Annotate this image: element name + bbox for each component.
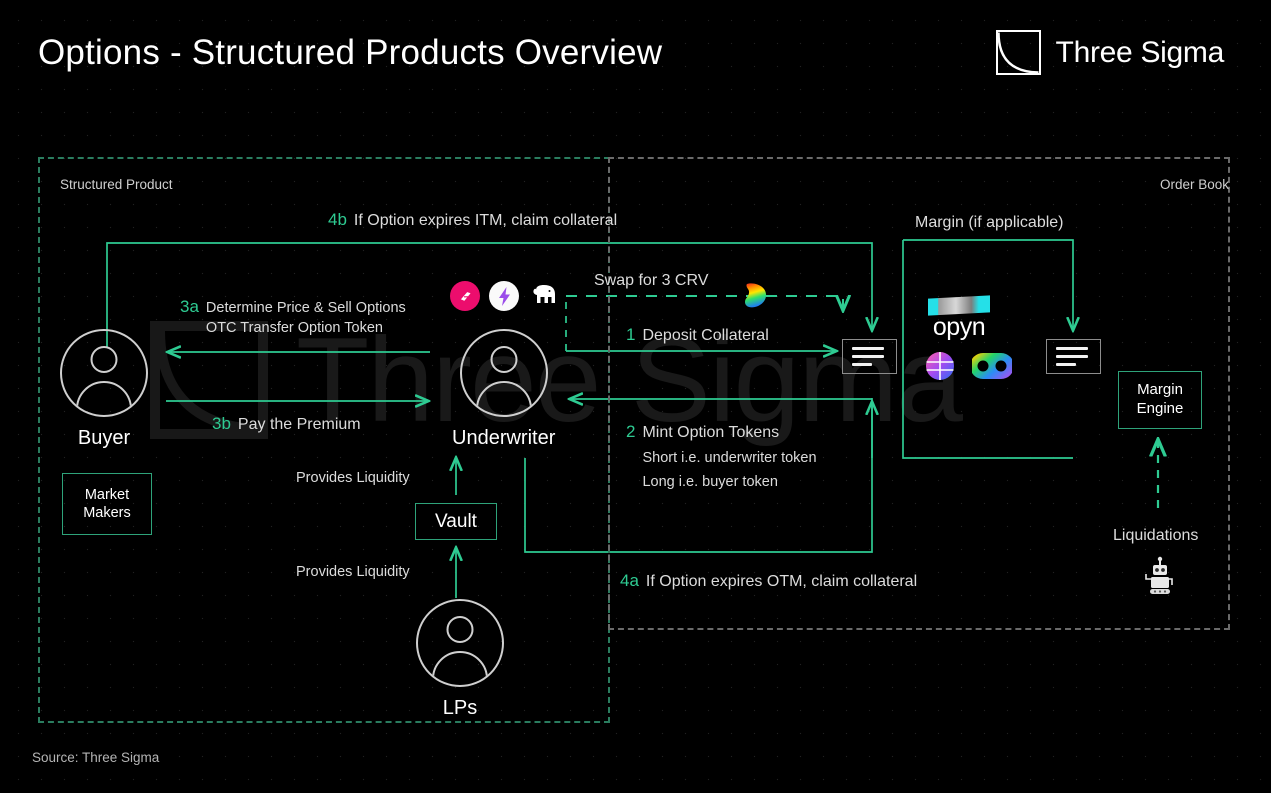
flow-step-1: 1 Deposit Collateral — [626, 325, 769, 347]
step-3b-text: Pay the Premium — [237, 416, 361, 433]
flow-step-4a: 4a If Option expires OTM, claim collater… — [620, 571, 917, 593]
actor-buyer-label: Buyer — [77, 427, 131, 449]
brand-logo: Three Sigma — [995, 30, 1225, 75]
avatar-body — [76, 381, 132, 415]
avatar-head — [90, 346, 118, 373]
step-4a-text: If Option expires OTM, claim collateral — [645, 573, 918, 590]
step-3b-number: 3b — [212, 414, 231, 433]
curve-finance-icon — [738, 281, 770, 311]
avatar-body — [432, 651, 488, 685]
step-2-number: 2 — [626, 422, 636, 441]
actor-underwriter-label: Underwriter — [452, 427, 556, 449]
order-book-list-icon[interactable] — [1046, 339, 1101, 374]
vault-label: Vault — [435, 510, 477, 532]
gradient-sphere-icon — [924, 350, 956, 387]
zone-structured-product-label: Structured Product — [60, 177, 173, 192]
brand-name: Three Sigma — [1055, 35, 1225, 69]
source-caption: Source: Three Sigma — [32, 750, 160, 765]
margin-engine-line1: Margin — [1137, 381, 1183, 399]
step-2-line2: Short i.e. underwriter token — [642, 450, 817, 467]
rainbow-loop-icon — [970, 350, 1014, 387]
box-vault[interactable]: Vault — [415, 503, 497, 540]
flow-step-4b: 4b If Option expires ITM, claim collater… — [328, 210, 617, 232]
margin-engine-line2: Engine — [1136, 400, 1184, 417]
avatar-head — [446, 616, 474, 643]
actor-lps[interactable]: LPs — [416, 599, 504, 720]
flow-step-3a: 3a Determine Price & Sell Options OTC Tr… — [180, 297, 406, 338]
vault-protocol-logos — [450, 281, 560, 311]
thetanuts-lightning-icon — [489, 281, 519, 311]
opyn-logo: opyn — [928, 295, 990, 341]
avatar-body — [475, 381, 532, 415]
flow-margin-label: Margin (if applicable) — [915, 214, 1064, 231]
box-market-makers[interactable]: Market Makers — [62, 473, 152, 535]
flow-provides-liquidity-vault: Provides Liquidity — [296, 470, 410, 486]
flow-step-3b: 3b Pay the Premium — [212, 414, 361, 436]
user-avatar-icon — [459, 329, 548, 417]
step-4a-number: 4a — [620, 571, 639, 590]
order-book-list-icon[interactable] — [842, 339, 897, 374]
liquidations-label: Liquidations — [1113, 527, 1199, 544]
box-margin-engine[interactable]: Margin Engine — [1118, 371, 1202, 429]
robot-icon — [1140, 556, 1178, 596]
three-sigma-square-curve-icon — [995, 30, 1041, 75]
market-makers-line2: Makers — [83, 505, 131, 521]
user-avatar-icon — [60, 329, 148, 417]
page-title: Options - Structured Products Overview — [38, 33, 663, 72]
actor-underwriter[interactable]: Underwriter — [452, 329, 555, 450]
mammoth-icon — [528, 281, 560, 311]
opyn-protocol-logos — [924, 350, 1014, 387]
ribbon-finance-icon — [450, 281, 480, 311]
opyn-banner-icon — [928, 295, 990, 316]
step-3a-line2: OTC Transfer Option Token — [205, 320, 383, 336]
actor-buyer[interactable]: Buyer — [60, 329, 148, 450]
step-4b-number: 4b — [328, 210, 347, 229]
step-3a-number: 3a — [180, 297, 199, 316]
step-4b-text: If Option expires ITM, claim collateral — [353, 212, 618, 229]
user-avatar-icon — [416, 599, 504, 687]
zone-order-book-label: Order Book — [1159, 177, 1229, 192]
step-2-line3: Long i.e. buyer token — [642, 474, 778, 491]
flow-liquidations: Liquidations — [1113, 525, 1198, 547]
step-1-text: Deposit Collateral — [642, 327, 769, 344]
actor-lps-label: LPs — [442, 697, 478, 719]
opyn-wordmark: opyn — [932, 313, 986, 341]
flow-swap-label: Swap for 3 CRV — [594, 272, 709, 289]
step-3a-line1: Determine Price & Sell Options — [205, 300, 406, 316]
flow-provides-liquidity-lps: Provides Liquidity — [296, 564, 410, 580]
avatar-head — [490, 346, 518, 373]
step-1-number: 1 — [626, 325, 636, 344]
flow-step-2: 2 Mint Option Tokens Short i.e. underwri… — [626, 422, 817, 492]
step-2-line1: Mint Option Tokens — [642, 424, 780, 441]
market-makers-line1: Market — [84, 486, 130, 503]
